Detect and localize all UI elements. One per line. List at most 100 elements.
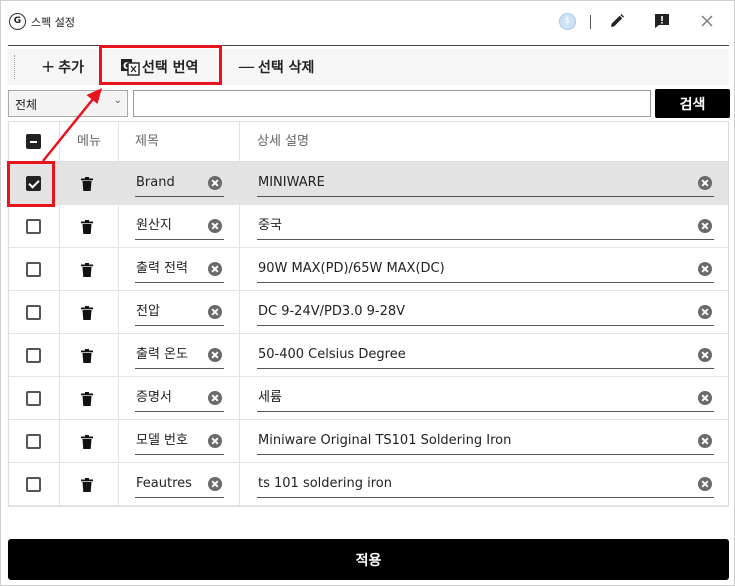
app-logo-icon: G xyxy=(9,13,26,30)
select-all-checkbox[interactable] xyxy=(26,134,41,149)
spec-table: 메뉴 제목 상세 설명 Brand MINIWARE 원산지 중국출력 전력 90W M… xyxy=(8,121,729,507)
table-row: 모델 번호 Miniware Original TS101 Soldering I… xyxy=(9,420,728,463)
header-title: 제목 xyxy=(135,134,159,149)
feedback-alert-icon[interactable] xyxy=(653,12,671,30)
row-checkbox[interactable] xyxy=(26,262,41,277)
plus-icon: + xyxy=(41,57,56,77)
clear-icon[interactable] xyxy=(208,391,222,405)
title-field-value: 증명서 xyxy=(136,390,172,405)
clear-icon[interactable] xyxy=(698,176,712,190)
add-button[interactable]: + 추가 xyxy=(41,49,84,85)
checkbox-highlight-box xyxy=(7,161,55,207)
title-field[interactable]: 모델 번호 xyxy=(135,429,224,455)
header-menu: 메뉴 xyxy=(77,134,101,149)
title-field[interactable]: 원산지 xyxy=(135,214,224,240)
row-checkbox[interactable] xyxy=(26,391,41,406)
pencil-icon[interactable] xyxy=(608,12,626,30)
row-checkbox[interactable] xyxy=(26,219,41,234)
trash-icon[interactable] xyxy=(81,177,93,191)
apply-button[interactable]: 적용 xyxy=(8,539,729,580)
table-row: 출력 전력 90W MAX(PD)/65W MAX(DC) xyxy=(9,248,728,291)
spec-settings-window: G 스펙 설정 $ + 추가 G 선택 번역 — 선택 삭제 전체 ⌄ 검색 메… xyxy=(0,0,735,586)
trash-icon[interactable] xyxy=(81,220,93,234)
clear-icon[interactable] xyxy=(698,305,712,319)
description-field[interactable]: 중국 xyxy=(257,214,714,240)
row-checkbox[interactable] xyxy=(26,348,41,363)
clear-icon[interactable] xyxy=(208,219,222,233)
filter-select[interactable]: 전체 ⌄ xyxy=(8,90,128,117)
description-field-value: MINIWARE xyxy=(258,175,325,190)
title-field-value: 출력 전력 xyxy=(136,261,188,276)
title-field-value: 출력 온도 xyxy=(136,347,188,362)
add-button-label: 추가 xyxy=(58,60,85,76)
clear-icon[interactable] xyxy=(698,262,712,276)
title-field[interactable]: Brand xyxy=(135,171,224,197)
description-field-value: DC 9-24V/PD3.0 9-28V xyxy=(258,304,406,319)
clear-icon[interactable] xyxy=(208,176,222,190)
description-field[interactable]: MINIWARE xyxy=(257,171,714,197)
table-row: Feautres ts 101 soldering iron xyxy=(9,463,728,506)
title-field[interactable]: Feautres xyxy=(135,472,224,498)
description-field-value: 중국 xyxy=(258,218,282,233)
header-description: 상세 설명 xyxy=(257,134,309,149)
description-field[interactable]: ts 101 soldering iron xyxy=(257,472,714,498)
description-field[interactable]: 50-400 Celsius Degree xyxy=(257,343,714,369)
trash-icon[interactable] xyxy=(81,263,93,277)
title-field[interactable]: 전압 xyxy=(135,300,224,326)
trash-icon[interactable] xyxy=(81,478,93,492)
trash-icon[interactable] xyxy=(81,435,93,449)
clear-icon[interactable] xyxy=(208,348,222,362)
description-field[interactable]: 세륨 xyxy=(257,386,714,412)
trash-icon[interactable] xyxy=(81,306,93,320)
description-field[interactable]: DC 9-24V/PD3.0 9-28V xyxy=(257,300,714,326)
clear-icon[interactable] xyxy=(208,305,222,319)
titlebar-divider xyxy=(590,15,591,29)
description-field-value: 50-400 Celsius Degree xyxy=(258,347,406,362)
title-field[interactable]: 출력 전력 xyxy=(135,257,224,283)
search-input[interactable] xyxy=(133,90,651,117)
close-icon[interactable] xyxy=(698,12,716,30)
table-header: 메뉴 제목 상세 설명 xyxy=(9,122,728,162)
table-row: Brand MINIWARE xyxy=(9,162,728,205)
title-field[interactable]: 출력 온도 xyxy=(135,343,224,369)
description-field[interactable]: Miniware Original TS101 Soldering Iron xyxy=(257,429,714,455)
clear-icon[interactable] xyxy=(208,477,222,491)
trash-icon[interactable] xyxy=(81,349,93,363)
window-title: 스펙 설정 xyxy=(31,16,75,29)
table-row: 출력 온도 50-400 Celsius Degree xyxy=(9,334,728,377)
delete-button-label: 선택 삭제 xyxy=(258,60,315,76)
description-field-value: Miniware Original TS101 Soldering Iron xyxy=(258,433,512,448)
title-field-value: 모델 번호 xyxy=(136,433,188,448)
chevron-down-icon: ⌄ xyxy=(113,95,122,106)
clear-icon[interactable] xyxy=(698,348,712,362)
table-row: 원산지 중국 xyxy=(9,205,728,248)
table-row: 증명서 세륨 xyxy=(9,377,728,420)
row-checkbox[interactable] xyxy=(26,305,41,320)
toolbar-grip xyxy=(14,55,15,79)
coin-badge-icon[interactable]: $ xyxy=(559,13,576,30)
title-field-value: Feautres xyxy=(136,476,192,491)
clear-icon[interactable] xyxy=(698,434,712,448)
clear-icon[interactable] xyxy=(208,262,222,276)
clear-icon[interactable] xyxy=(698,477,712,491)
trash-icon[interactable] xyxy=(81,392,93,406)
row-checkbox[interactable] xyxy=(26,434,41,449)
title-field-value: 원산지 xyxy=(136,218,172,233)
delete-selected-button[interactable]: — 선택 삭제 xyxy=(238,49,314,85)
minus-icon: — xyxy=(238,57,255,77)
translate-highlight-box xyxy=(99,45,222,85)
title-bar: G 스펙 설정 $ xyxy=(1,1,734,43)
title-field-value: Brand xyxy=(136,175,175,190)
description-field-value: ts 101 soldering iron xyxy=(258,476,392,491)
title-field[interactable]: 증명서 xyxy=(135,386,224,412)
clear-icon[interactable] xyxy=(698,219,712,233)
description-field[interactable]: 90W MAX(PD)/65W MAX(DC) xyxy=(257,257,714,283)
clear-icon[interactable] xyxy=(208,434,222,448)
description-field-value: 90W MAX(PD)/65W MAX(DC) xyxy=(258,261,445,276)
clear-icon[interactable] xyxy=(698,391,712,405)
row-checkbox[interactable] xyxy=(26,477,41,492)
search-button[interactable]: 검색 xyxy=(655,89,730,118)
description-field-value: 세륨 xyxy=(258,390,282,405)
table-row: 전압 DC 9-24V/PD3.0 9-28V xyxy=(9,291,728,334)
title-field-value: 전압 xyxy=(136,304,160,319)
